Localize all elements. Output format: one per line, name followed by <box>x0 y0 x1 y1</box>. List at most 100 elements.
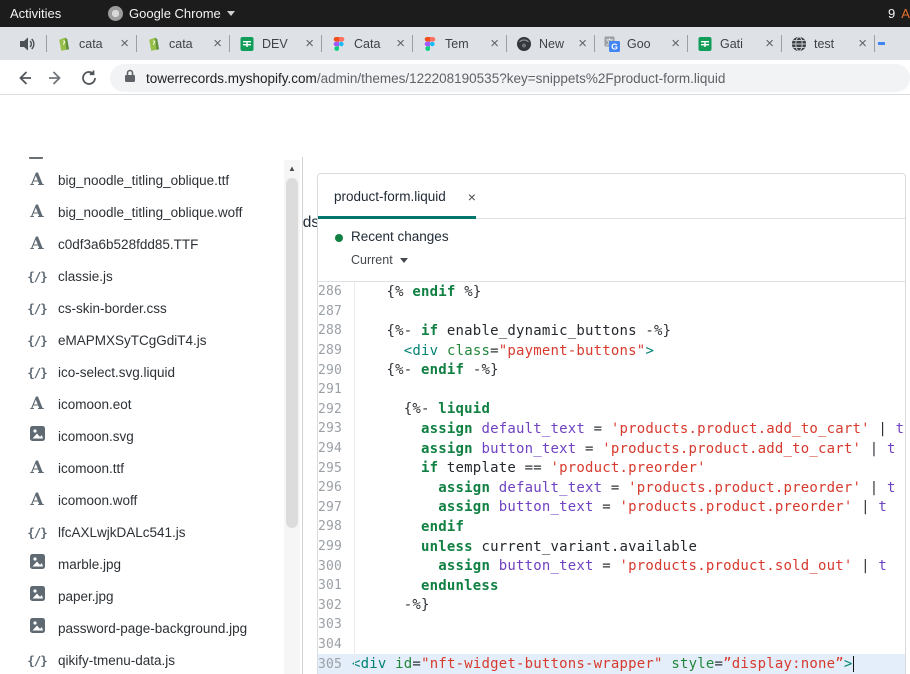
close-icon[interactable]: × <box>305 36 314 51</box>
sidebar-file-icomoon.svg[interactable]: icomoon.svg <box>0 420 280 452</box>
close-icon[interactable]: × <box>671 36 680 51</box>
clock-text-orange: A <box>901 6 910 21</box>
file-name: icomoon.eot <box>58 397 132 412</box>
tab-divider <box>46 35 47 52</box>
figma-icon <box>331 36 347 52</box>
sidebar-file-big_noodle_titling_oblique.ttf[interactable]: Abig_noodle_titling_oblique.ttf <box>0 164 280 196</box>
browser-tab-label: Gati <box>720 37 763 51</box>
clock-text: 9 <box>888 6 895 21</box>
chevron-down-icon <box>400 258 408 263</box>
version-selector[interactable]: Current <box>351 253 408 267</box>
address-bar[interactable]: towerrecords.myshopify.com/admin/themes/… <box>110 64 910 92</box>
close-icon[interactable]: × <box>396 36 405 51</box>
translate-icon: 文G <box>604 36 620 52</box>
sidebar-file-big_noodle_titling_oblique.woff[interactable]: Abig_noodle_titling_oblique.woff <box>0 196 280 228</box>
shopify-icon <box>56 36 72 52</box>
sidebar-file-paper.jpg[interactable]: paper.jpg <box>0 580 280 612</box>
close-icon[interactable]: × <box>468 189 476 205</box>
sidebar-file-cs-skin-border.css[interactable]: {/}cs-skin-border.css <box>0 292 280 324</box>
app-menu-button[interactable]: Google Chrome <box>108 0 235 27</box>
code-line-287: 287 <box>318 302 905 322</box>
close-icon[interactable]: × <box>578 36 587 51</box>
font-file-icon: A <box>22 170 52 190</box>
font-file-icon: A <box>22 458 52 478</box>
file-name: lfcAXLwjkDALc541.js <box>58 525 186 540</box>
browser-tab-cata[interactable]: cata× <box>47 27 137 60</box>
sidebar-file-password-page-background.jpg[interactable]: password-page-background.jpg <box>0 612 280 644</box>
file-name: icomoon.ttf <box>58 461 124 476</box>
partially-scrolled-item <box>29 157 43 159</box>
close-icon[interactable]: × <box>765 36 774 51</box>
code-line-296: 296 assign default_text = 'products.prod… <box>318 478 905 498</box>
code-editor-area[interactable]: 286 {% endif %}287288 {%- if enable_dyna… <box>318 282 905 674</box>
close-icon[interactable]: × <box>858 36 867 51</box>
sidebar-file-classie.js[interactable]: {/}classie.js <box>0 260 280 292</box>
chevron-down-icon <box>227 11 235 16</box>
line-number: 298 <box>318 519 348 534</box>
editor-file-tab[interactable]: product-form.liquid × <box>318 174 476 219</box>
globe-icon <box>791 36 807 52</box>
text-cursor <box>853 656 855 672</box>
lock-icon[interactable] <box>124 69 136 88</box>
browser-tab-Gati[interactable]: Gati× <box>688 27 782 60</box>
svg-text:G: G <box>611 41 618 51</box>
sidebar-editor-divider <box>302 157 303 674</box>
sidebar-file-marble.jpg[interactable]: marble.jpg <box>0 548 280 580</box>
sidebar-scrollbar[interactable]: ▲ <box>284 160 300 674</box>
code-text: -%} <box>348 597 430 613</box>
code-file-icon: {/} <box>22 333 52 348</box>
close-icon[interactable]: × <box>120 36 129 51</box>
activities-label: Activities <box>10 6 61 21</box>
browser-tab-test[interactable]: test× <box>782 27 875 60</box>
code-text: endunless <box>348 578 499 594</box>
image-file-icon <box>22 585 52 607</box>
browser-tab-Goo[interactable]: 文GGoo× <box>595 27 688 60</box>
sidebar-file-eMAPMXSyTCgGdiT4.js[interactable]: {/} eMAPMXSyTCgGdiT4.js <box>0 324 280 356</box>
scrollbar-thumb[interactable] <box>286 178 298 528</box>
url-text: towerrecords.myshopify.com/admin/themes/… <box>146 71 725 86</box>
code-line-305: 305<div id="nft-widget-buttons-wrapper" … <box>318 654 905 674</box>
close-icon[interactable]: × <box>213 36 222 51</box>
back-button[interactable] <box>12 66 36 90</box>
file-name: eMAPMXSyTCgGdiT4.js <box>58 333 207 348</box>
tab-divider <box>781 35 782 52</box>
sidebar-file-ico-select.svg.liquid[interactable]: {/}ico-select.svg.liquid <box>0 356 280 388</box>
forward-button[interactable] <box>44 66 68 90</box>
browser-tab-DEV[interactable]: DEV× <box>230 27 322 60</box>
file-name: icomoon.svg <box>58 429 134 444</box>
code-line-289: 289 <div class="payment-buttons"> <box>318 341 905 361</box>
recent-changes-dot <box>335 234 343 242</box>
sidebar-file-icomoon.woff[interactable]: Aicomoon.woff <box>0 484 280 516</box>
close-icon[interactable]: × <box>490 36 499 51</box>
file-name: paper.jpg <box>58 589 114 604</box>
scroll-up-arrow[interactable]: ▲ <box>284 162 300 176</box>
tab-divider <box>412 35 413 52</box>
browser-tab-New[interactable]: New× <box>507 27 595 60</box>
browser-tab-cata[interactable]: cata× <box>137 27 230 60</box>
code-text: endif <box>348 519 464 535</box>
file-name: qikify-tmenu-data.js <box>58 653 175 668</box>
browser-tab-Tem[interactable]: Tem× <box>413 27 507 60</box>
chrome-mono-icon <box>108 6 123 21</box>
sidebar-file-icomoon.ttf[interactable]: Aicomoon.ttf <box>0 452 280 484</box>
activities-button[interactable]: Activities <box>10 0 61 27</box>
code-line-297: 297 assign button_text = 'products.produ… <box>318 498 905 518</box>
tab-divider <box>506 35 507 52</box>
line-number: 292 <box>318 402 348 417</box>
sidebar-file-qikify-tmenu-data.js[interactable]: {/} qikify-tmenu-data.js <box>0 644 280 674</box>
font-file-icon: A <box>22 202 52 222</box>
code-text: assign button_text = 'products.product.p… <box>348 499 887 515</box>
tab-divider <box>136 35 137 52</box>
sidebar-file-icomoon.eot[interactable]: Aicomoon.eot <box>0 388 280 420</box>
code-text: {% endif %} <box>348 284 481 300</box>
figma-icon <box>422 36 438 52</box>
browser-tab-Cata[interactable]: Cata× <box>322 27 413 60</box>
file-name: classie.js <box>58 269 113 284</box>
sidebar-file-c0df3a6b528fdd85.TTF[interactable]: Ac0df3a6b528fdd85.TTF <box>0 228 280 260</box>
code-file-icon: {/} <box>22 653 52 668</box>
reload-button[interactable] <box>77 66 101 90</box>
code-editor-panel: product-form.liquid × Recent changes Cur… <box>317 173 906 674</box>
browser-tab-partial[interactable] <box>875 27 910 60</box>
sidebar-file-lfcAXLwjkDALc541.js[interactable]: {/}lfcAXLwjkDALc541.js <box>0 516 280 548</box>
code-text: if template == 'product.preorder' <box>348 460 706 476</box>
